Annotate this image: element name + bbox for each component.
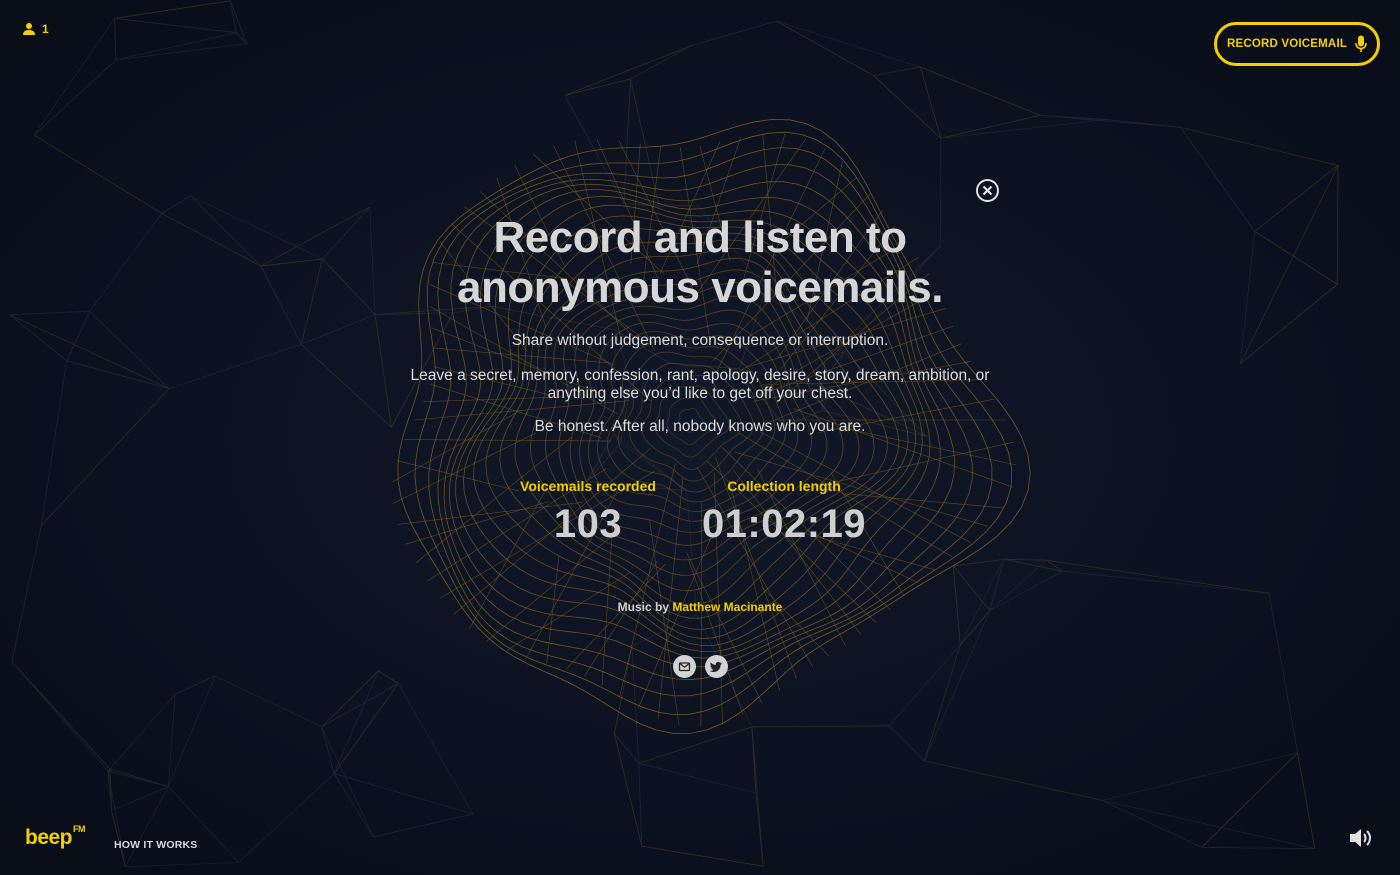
twitter-share-button[interactable] bbox=[705, 655, 728, 678]
microphone-icon bbox=[1355, 35, 1367, 52]
intro-paragraph-2: Leave a secret, memory, confession, rant… bbox=[410, 367, 990, 402]
logo-superscript: FM bbox=[73, 824, 86, 834]
page-title: Record and listen to anonymous voicemail… bbox=[300, 213, 1100, 313]
music-credit: Music by Matthew Macinante bbox=[450, 600, 950, 614]
stat-collection-length: Collection length 01:02:19 bbox=[694, 478, 874, 547]
stat-voicemails-recorded: Voicemails recorded 103 bbox=[508, 478, 668, 547]
title-line-1: Record and listen to bbox=[493, 213, 907, 262]
listener-counter: 1 bbox=[22, 22, 49, 36]
close-icon[interactable] bbox=[975, 178, 1000, 203]
intro-paragraph-3: Be honest. After all, nobody knows who y… bbox=[534, 418, 866, 435]
user-icon bbox=[23, 23, 35, 35]
logo-text: beep bbox=[25, 826, 73, 849]
record-voicemail-button[interactable]: RECORD VOICEMAIL bbox=[1214, 22, 1380, 66]
twitter-icon bbox=[710, 661, 722, 672]
how-it-works-link[interactable]: HOW IT WORKS bbox=[114, 839, 197, 851]
intro-paragraph-1: Share without judgement, consequence or … bbox=[511, 332, 889, 349]
title-line-2: anonymous voicemails. bbox=[457, 263, 943, 312]
stat-label: Collection length bbox=[727, 478, 841, 494]
beep-fm-logo[interactable]: beepFM bbox=[25, 824, 86, 850]
email-share-button[interactable] bbox=[673, 655, 696, 678]
mail-icon bbox=[678, 662, 691, 672]
credit-prefix: Music by bbox=[617, 600, 669, 614]
listener-count: 1 bbox=[42, 22, 49, 36]
stat-value: 01:02:19 bbox=[701, 502, 867, 546]
stat-value: 103 bbox=[553, 502, 623, 546]
stat-label: Voicemails recorded bbox=[520, 478, 656, 494]
background-mesh bbox=[9, 0, 1339, 868]
record-voicemail-label: RECORD VOICEMAIL bbox=[1226, 38, 1348, 50]
volume-icon[interactable] bbox=[1348, 826, 1374, 850]
artist-link[interactable]: Matthew Macinante bbox=[672, 600, 782, 614]
app-stage: 1 RECORD VOICEMAIL Record and listen to … bbox=[0, 0, 1400, 875]
